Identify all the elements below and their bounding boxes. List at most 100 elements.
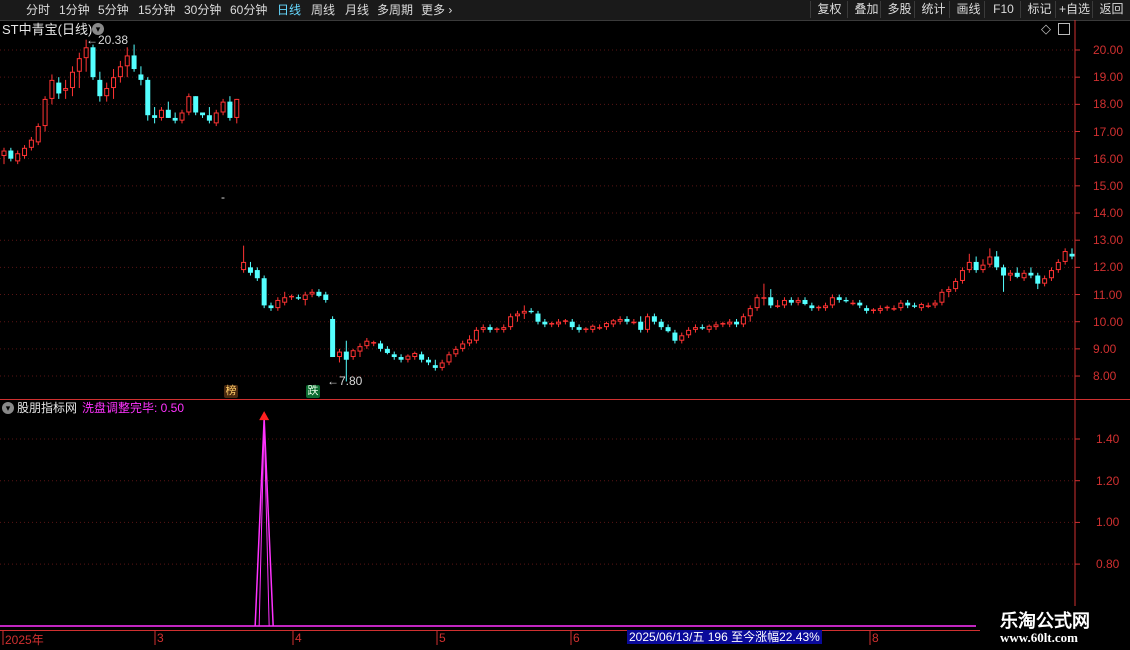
candle-body-up <box>597 327 603 329</box>
candle-body-down <box>487 327 493 330</box>
cursor-info-box: 2025/06/13/五 196 至今涨幅22.43% <box>627 630 822 644</box>
candle-body-up <box>1 150 7 156</box>
candle-body-up <box>371 342 377 344</box>
badge-bang[interactable]: 榜 <box>224 385 238 398</box>
candle-body-up <box>939 291 945 303</box>
indicator-axis-label: 1.40 <box>1096 432 1120 446</box>
candle-body-down <box>535 313 541 322</box>
candle-body-up <box>467 339 473 344</box>
candle-body-up <box>946 289 952 292</box>
candle-body-up <box>953 280 959 290</box>
candle-body-up <box>124 55 130 67</box>
candle-body-down <box>994 256 1000 268</box>
candle-body-down <box>1014 272 1020 277</box>
price-axis-label: 20.00 <box>1093 43 1124 57</box>
candle-body-down <box>323 294 329 300</box>
candle-body-up <box>220 101 226 113</box>
candle-body-up <box>850 302 856 305</box>
candle-body-down <box>734 321 740 325</box>
indicator-menu-icon[interactable]: ▾ <box>2 402 14 414</box>
candle-body-up <box>22 147 28 156</box>
candle-body-down <box>905 302 911 306</box>
candle-body-up <box>720 323 726 325</box>
candle-body-down <box>56 82 62 94</box>
candle-body-down <box>1035 275 1041 284</box>
spike-arrow-icon <box>259 411 270 421</box>
low-price-value: 7.80 <box>339 374 363 388</box>
candle-body-down <box>788 299 794 303</box>
candle-body-up <box>1055 261 1061 271</box>
price-axis: 20.00 19.00 18.00 17.00 16.00 15.00 14.00 13.00… <box>1076 0 1130 400</box>
candle-body-up <box>583 328 589 330</box>
date-axis-label: 4 <box>295 631 302 645</box>
candle-body-down <box>391 354 397 358</box>
candle-body-down <box>200 112 206 116</box>
candle-body-down <box>672 332 678 341</box>
candle-body-up <box>501 327 507 330</box>
candle-body-down <box>398 357 404 360</box>
candle-body-down <box>152 115 158 118</box>
candle-body-down <box>651 316 657 322</box>
candle-body-up <box>473 329 479 341</box>
candle-body-up <box>508 316 514 328</box>
indicator-name[interactable]: 股朋指标网 <box>17 401 77 416</box>
date-axis-label: 6 <box>573 631 580 645</box>
indicator-formula: 洗盘调整完毕: 0.50 <box>82 401 185 415</box>
candle-body-down <box>268 305 274 309</box>
candle-body-down <box>295 297 301 299</box>
candle-body-down <box>206 115 212 121</box>
high-price-value: 20.38 <box>98 33 129 47</box>
candle-body-down <box>624 318 630 322</box>
candle-body-up <box>282 297 288 303</box>
date-axis-label: 8 <box>872 631 879 645</box>
candle-body-down <box>131 55 137 70</box>
candle-body-up <box>117 66 123 78</box>
candle-body-up <box>775 305 781 307</box>
price-axis-label: 8.00 <box>1093 369 1117 384</box>
price-axis-label: 19.00 <box>1093 70 1124 85</box>
indicator-axis-label: 1.20 <box>1096 473 1120 488</box>
candle-body-up <box>412 352 418 358</box>
candle-body-down <box>1069 253 1075 257</box>
candle-body-up <box>918 304 924 309</box>
candle-body-up <box>1021 272 1027 279</box>
candle-body-up <box>706 325 712 330</box>
watermark: 乐淘公式网 www.60lt.com <box>980 606 1130 650</box>
candle-body-down <box>172 117 178 121</box>
candle-body-down <box>638 321 644 330</box>
high-price-label: ←20.38 <box>86 33 129 47</box>
candle-body-down <box>90 47 96 78</box>
candle-body-up <box>460 343 466 349</box>
candle-body-up <box>823 305 829 309</box>
candle-body-up <box>781 299 787 306</box>
candle-body-up <box>49 79 55 99</box>
candle-body-up <box>713 324 719 328</box>
candle-body-down <box>97 79 103 97</box>
candle-body-up <box>480 327 486 330</box>
price-axis-label: 9.00 <box>1093 341 1117 356</box>
candle-body-down <box>419 354 425 360</box>
candle-body-up <box>521 310 527 314</box>
candle-body-up <box>1048 270 1054 279</box>
candle-body-up <box>104 88 110 97</box>
candle-body-up <box>309 291 315 295</box>
candle-body-up <box>158 109 164 118</box>
candle-body-down <box>973 261 979 271</box>
indicator-axis-label: 1.00 <box>1096 515 1120 530</box>
candle-body-up <box>42 98 48 127</box>
candle-body-up <box>816 306 822 309</box>
candle-body-up <box>234 98 240 118</box>
candle-body-up <box>556 321 562 325</box>
indicator-axis: 1.40 1.20 1.00 0.80 <box>1076 400 1130 630</box>
candle-body-up <box>1042 278 1048 284</box>
candle-body-up <box>364 340 370 347</box>
candle-body-up <box>870 309 876 311</box>
candle-body-down <box>254 270 260 279</box>
candle-body-down <box>864 308 870 311</box>
candle-body-up <box>350 350 356 358</box>
price-axis-label: 18.00 <box>1093 97 1124 112</box>
price-axis-label: 15.00 <box>1093 178 1124 193</box>
candle-body-down <box>384 348 390 353</box>
candle-body-up <box>980 264 986 271</box>
badge-die[interactable]: 跌 <box>306 385 320 398</box>
